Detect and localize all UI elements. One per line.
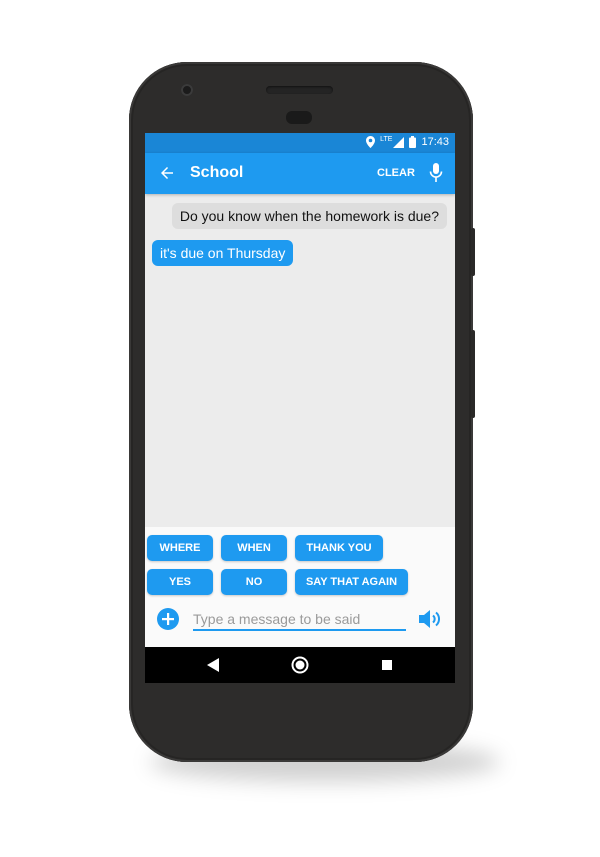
message-input[interactable] — [193, 609, 406, 631]
volume-button — [471, 228, 475, 276]
battery-icon — [409, 136, 417, 148]
speaker-icon[interactable] — [417, 608, 443, 630]
arrow-left-icon[interactable] — [158, 164, 176, 182]
recents-square-icon[interactable] — [382, 660, 392, 670]
clear-button[interactable]: CLEAR — [377, 167, 415, 179]
status-bar: LTE 17:43 — [145, 133, 455, 153]
front-camera — [181, 84, 193, 96]
quick-reply-when[interactable]: WHEN — [221, 535, 287, 561]
power-button — [471, 330, 475, 418]
quick-reply-no[interactable]: NO — [221, 569, 287, 595]
network-type-label: LTE — [380, 135, 393, 143]
outgoing-message: it's due on Thursday — [152, 240, 294, 266]
location-icon — [366, 136, 376, 148]
incoming-message: Do you know when the homework is due? — [171, 203, 447, 229]
signal-icon — [393, 136, 405, 148]
android-nav-bar — [145, 647, 455, 683]
quick-reply-say-that-again[interactable]: SAY THAT AGAIN — [295, 569, 408, 595]
quick-reply-yes[interactable]: YES — [147, 569, 213, 595]
message-composer — [145, 603, 455, 647]
chat-area: Do you know when the homework is due? it… — [145, 194, 455, 527]
quick-reply-where[interactable]: WHERE — [147, 535, 213, 561]
conversation-title: School — [190, 164, 244, 181]
proximity-sensor — [286, 111, 312, 124]
home-circle-icon[interactable] — [291, 656, 309, 674]
microphone-icon[interactable] — [429, 163, 443, 183]
phone-screen: LTE 17:43 School CLEAR Do you know when … — [145, 133, 455, 683]
app-bar: School CLEAR — [145, 153, 455, 194]
plus-circle-icon[interactable] — [157, 608, 179, 630]
status-time: 17:43 — [421, 136, 449, 148]
quick-reply-thank-you[interactable]: THANK YOU — [295, 535, 383, 561]
back-triangle-icon[interactable] — [207, 658, 219, 672]
plus-glyph — [162, 613, 174, 625]
earpiece-speaker — [266, 86, 333, 94]
